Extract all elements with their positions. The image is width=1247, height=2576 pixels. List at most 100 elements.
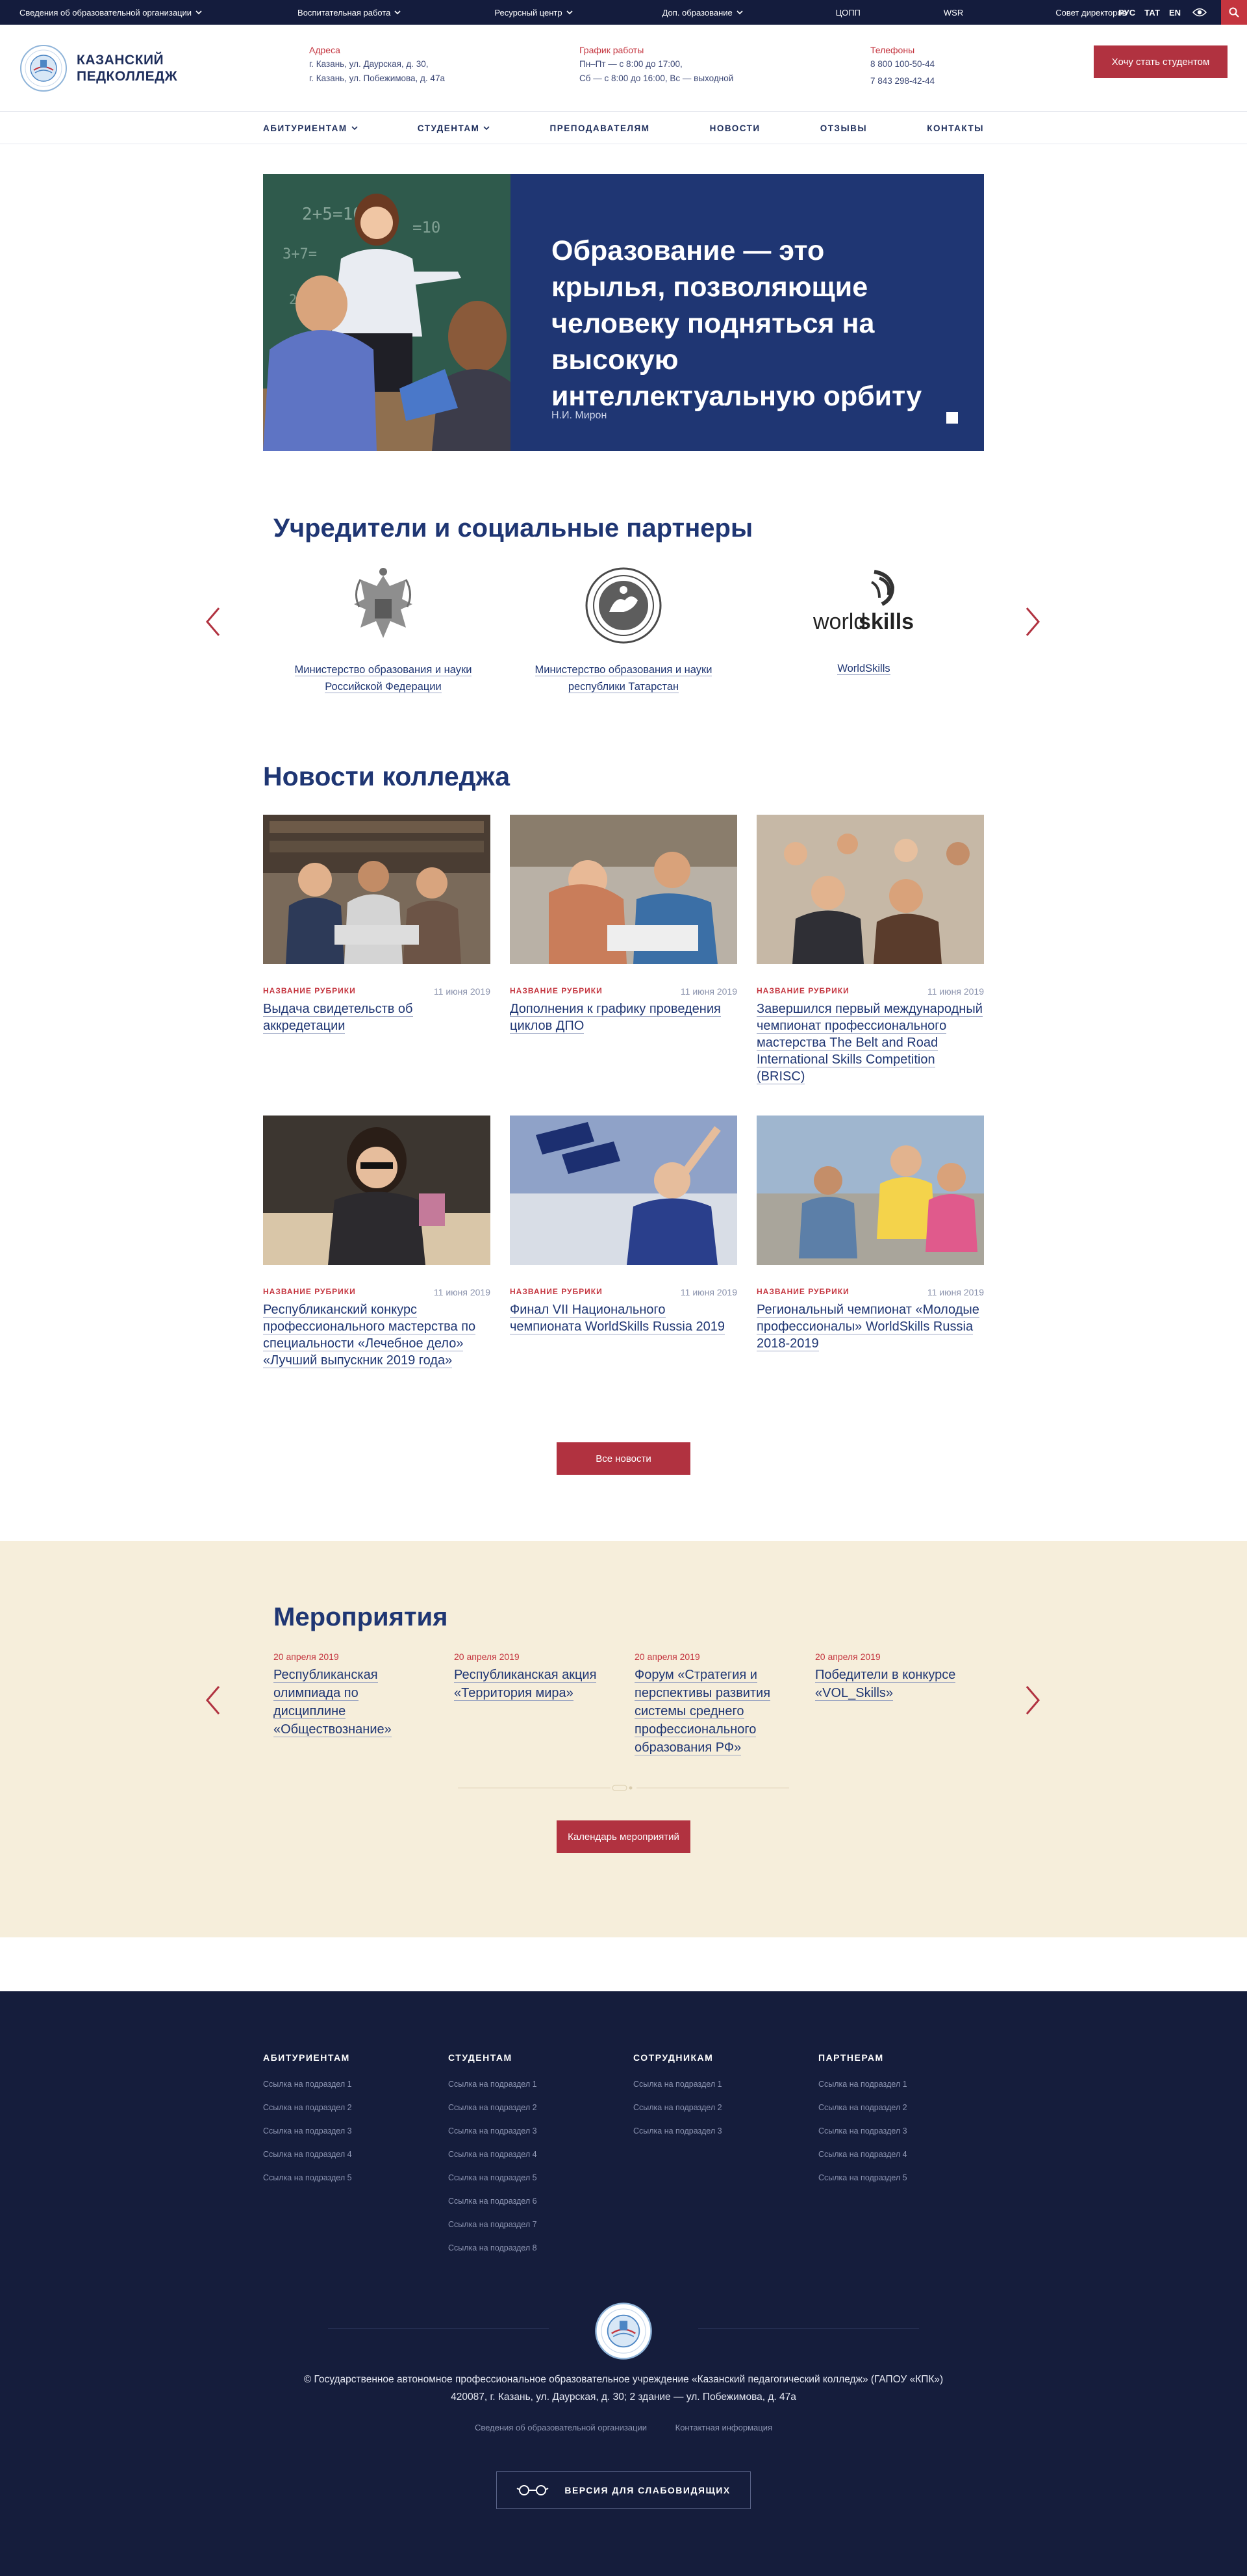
footer-org-info-link[interactable]: Сведения об образовательной организации [475,2423,647,2432]
top-menu-item[interactable]: ЦОПП [836,8,861,18]
footer-link[interactable]: Ссылка на подраздел 3 [818,2125,984,2137]
top-menu-item[interactable]: Ресурсный центр [494,8,573,18]
news-photo[interactable] [263,815,490,964]
news-card[interactable]: Название рубрики 11 июня 2019 Завершился п… [757,815,984,1116]
footer-link[interactable]: Ссылка на подраздел 3 [633,2125,818,2137]
phone-link[interactable]: 7 843 298-42-44 [870,74,935,88]
low-vision-version-button[interactable]: Версия для слабовидящих [496,2471,751,2509]
footer-link[interactable]: Ссылка на подраздел 4 [448,2149,633,2160]
news-card[interactable]: Название рубрики 11 июня 2019 Республиканс… [263,1116,490,1416]
news-category[interactable]: Название рубрики [510,986,603,997]
news-title-link[interactable]: Региональный чемпионат «Молодые професси… [757,1303,979,1351]
slider-pager-dot[interactable] [946,412,958,424]
news-photo[interactable] [263,1116,490,1265]
footer-column-title[interactable]: Абитуриентам [263,2052,448,2063]
top-menu-item[interactable]: Совет директоров [1055,8,1126,18]
footer-link[interactable]: Ссылка на подраздел 5 [263,2172,448,2184]
event-date: 20 апреля 2019 [454,1651,520,1662]
event-title-link[interactable]: Республиканская олимпиада по дисциплине … [273,1668,392,1737]
address-label: Адреса [309,45,340,55]
college-logo[interactable]: Казанский педколледж [19,44,177,92]
footer-link[interactable]: Ссылка на подраздел 2 [818,2102,984,2113]
footer-column-title[interactable]: Партнерам [818,2052,984,2063]
partners-next-arrow[interactable] [1024,607,1041,637]
nav-item[interactable]: Новости [710,123,761,133]
nav-item[interactable]: Абитуриентам [263,123,358,133]
news-card[interactable]: Название рубрики 11 июня 2019 Региональный… [757,1116,984,1416]
footer-link[interactable]: Ссылка на подраздел 2 [633,2102,818,2113]
top-menu-item[interactable]: WSR [944,8,963,18]
news-title-link[interactable]: Республиканский конкурс профессиональног… [263,1303,476,1368]
footer-link[interactable]: Ссылка на подраздел 6 [448,2195,633,2207]
footer-link[interactable]: Ссылка на подраздел 2 [263,2102,448,2113]
event-title-link[interactable]: Республиканская акция «Территория мира» [454,1668,597,1701]
news-category[interactable]: Название рубрики [510,1287,603,1297]
events-prev-arrow[interactable] [205,1685,221,1715]
footer-link[interactable]: Ссылка на подраздел 2 [448,2102,633,2113]
news-card[interactable]: Название рубрики 11 июня 2019 Дополнения к… [510,815,737,1116]
news-photo[interactable] [510,815,737,964]
partner-card[interactable]: Министерство образования и науки республ… [516,565,731,695]
nav-item[interactable]: Отзывы [820,123,867,133]
events-next-arrow[interactable] [1024,1685,1041,1715]
partner-card[interactable]: Министерство образования и науки Российс… [276,565,490,695]
news-photo[interactable] [757,1116,984,1265]
event-title-link[interactable]: Форум «Стратегия и перспективы развития … [635,1668,771,1755]
nav-item[interactable]: Преподавателям [550,123,650,133]
language-option[interactable]: EN [1169,8,1181,18]
footer-link[interactable]: Ссылка на подраздел 4 [818,2149,984,2160]
footer-link[interactable]: Ссылка на подраздел 3 [448,2125,633,2137]
event-card[interactable]: 20 апреля 2019 Победители в конкурсе «VOL… [815,1651,964,1702]
news-title-link[interactable]: Выдача свидетельств об аккредетации [263,1002,413,1034]
event-card[interactable]: 20 апреля 2019 Республиканская акция «Тер… [454,1651,603,1702]
events-calendar-button[interactable]: Календарь мероприятий [557,1820,690,1853]
all-news-button[interactable]: Все новости [557,1442,690,1475]
event-card[interactable]: 20 апреля 2019 Республиканская олимпиада … [273,1651,423,1739]
events-scrollbar[interactable] [263,1781,984,1794]
top-menu-item[interactable]: Воспитательная работа [297,8,401,18]
news-category[interactable]: Название рубрики [263,1287,356,1297]
news-date: 11 июня 2019 [927,986,984,997]
nav-item[interactable]: Студентам [418,123,490,133]
news-card[interactable]: Название рубрики 11 июня 2019 Выдача свиде… [263,815,490,1116]
footer-link[interactable]: Ссылка на подраздел 1 [448,2078,633,2090]
footer-link[interactable]: Ссылка на подраздел 8 [448,2242,633,2254]
eye-icon[interactable] [1192,8,1207,17]
news-category[interactable]: Название рубрики [757,1287,850,1297]
footer-link[interactable]: Ссылка на подраздел 5 [818,2172,984,2184]
news-date: 11 июня 2019 [927,1287,984,1297]
news-title-link[interactable]: Завершился первый международный чемпиона… [757,1002,983,1084]
become-student-button[interactable]: Хочу стать студентом [1094,45,1228,78]
language-option[interactable]: РУС [1118,8,1135,18]
nav-item[interactable]: Контакты [927,123,984,133]
footer-link[interactable]: Ссылка на подраздел 1 [818,2078,984,2090]
footer-link[interactable]: Ссылка на подраздел 7 [448,2219,633,2230]
news-photo[interactable] [510,1116,737,1265]
top-menu-item[interactable]: Сведения об образовательной организации [19,8,202,18]
footer-column-title[interactable]: Студентам [448,2052,633,2063]
top-menu-item[interactable]: Доп. образование [662,8,743,18]
top-utility-bar: Сведения об образовательной организации В… [0,0,1247,25]
footer-column-title[interactable]: Сотрудникам [633,2052,818,2063]
footer-link[interactable]: Ссылка на подраздел 1 [263,2078,448,2090]
footer-link[interactable]: Ссылка на подраздел 4 [263,2149,448,2160]
footer-link[interactable]: Ссылка на подраздел 3 [263,2125,448,2137]
event-title-link[interactable]: Победители в конкурсе «VOL_Skills» [815,1668,956,1701]
news-title-link[interactable]: Дополнения к графику проведения циклов Д… [510,1002,721,1034]
footer-contacts-link[interactable]: Контактная информация [675,2423,772,2432]
footer-link[interactable]: Ссылка на подраздел 1 [633,2078,818,2090]
phone-link[interactable]: 8 800 100-50-44 [870,57,935,71]
logo-line-2: педколледж [77,69,178,84]
nav-item-label: Преподавателям [549,123,650,133]
footer-link[interactable]: Ссылка на подраздел 5 [448,2172,633,2184]
news-category[interactable]: Название рубрики [757,986,850,997]
language-option[interactable]: ТАТ [1144,8,1160,18]
news-category[interactable]: Название рубрики [263,986,356,997]
search-button[interactable] [1221,0,1247,25]
partner-card[interactable]: world skills WorldSkills [757,565,971,677]
news-card[interactable]: Название рубрики 11 июня 2019 Финал VII На… [510,1116,737,1416]
partners-prev-arrow[interactable] [205,607,221,637]
news-title-link[interactable]: Финал VII Национального чемпионата World… [510,1303,725,1334]
event-card[interactable]: 20 апреля 2019 Форум «Стратегия и перспек… [635,1651,784,1757]
news-photo[interactable] [757,815,984,964]
